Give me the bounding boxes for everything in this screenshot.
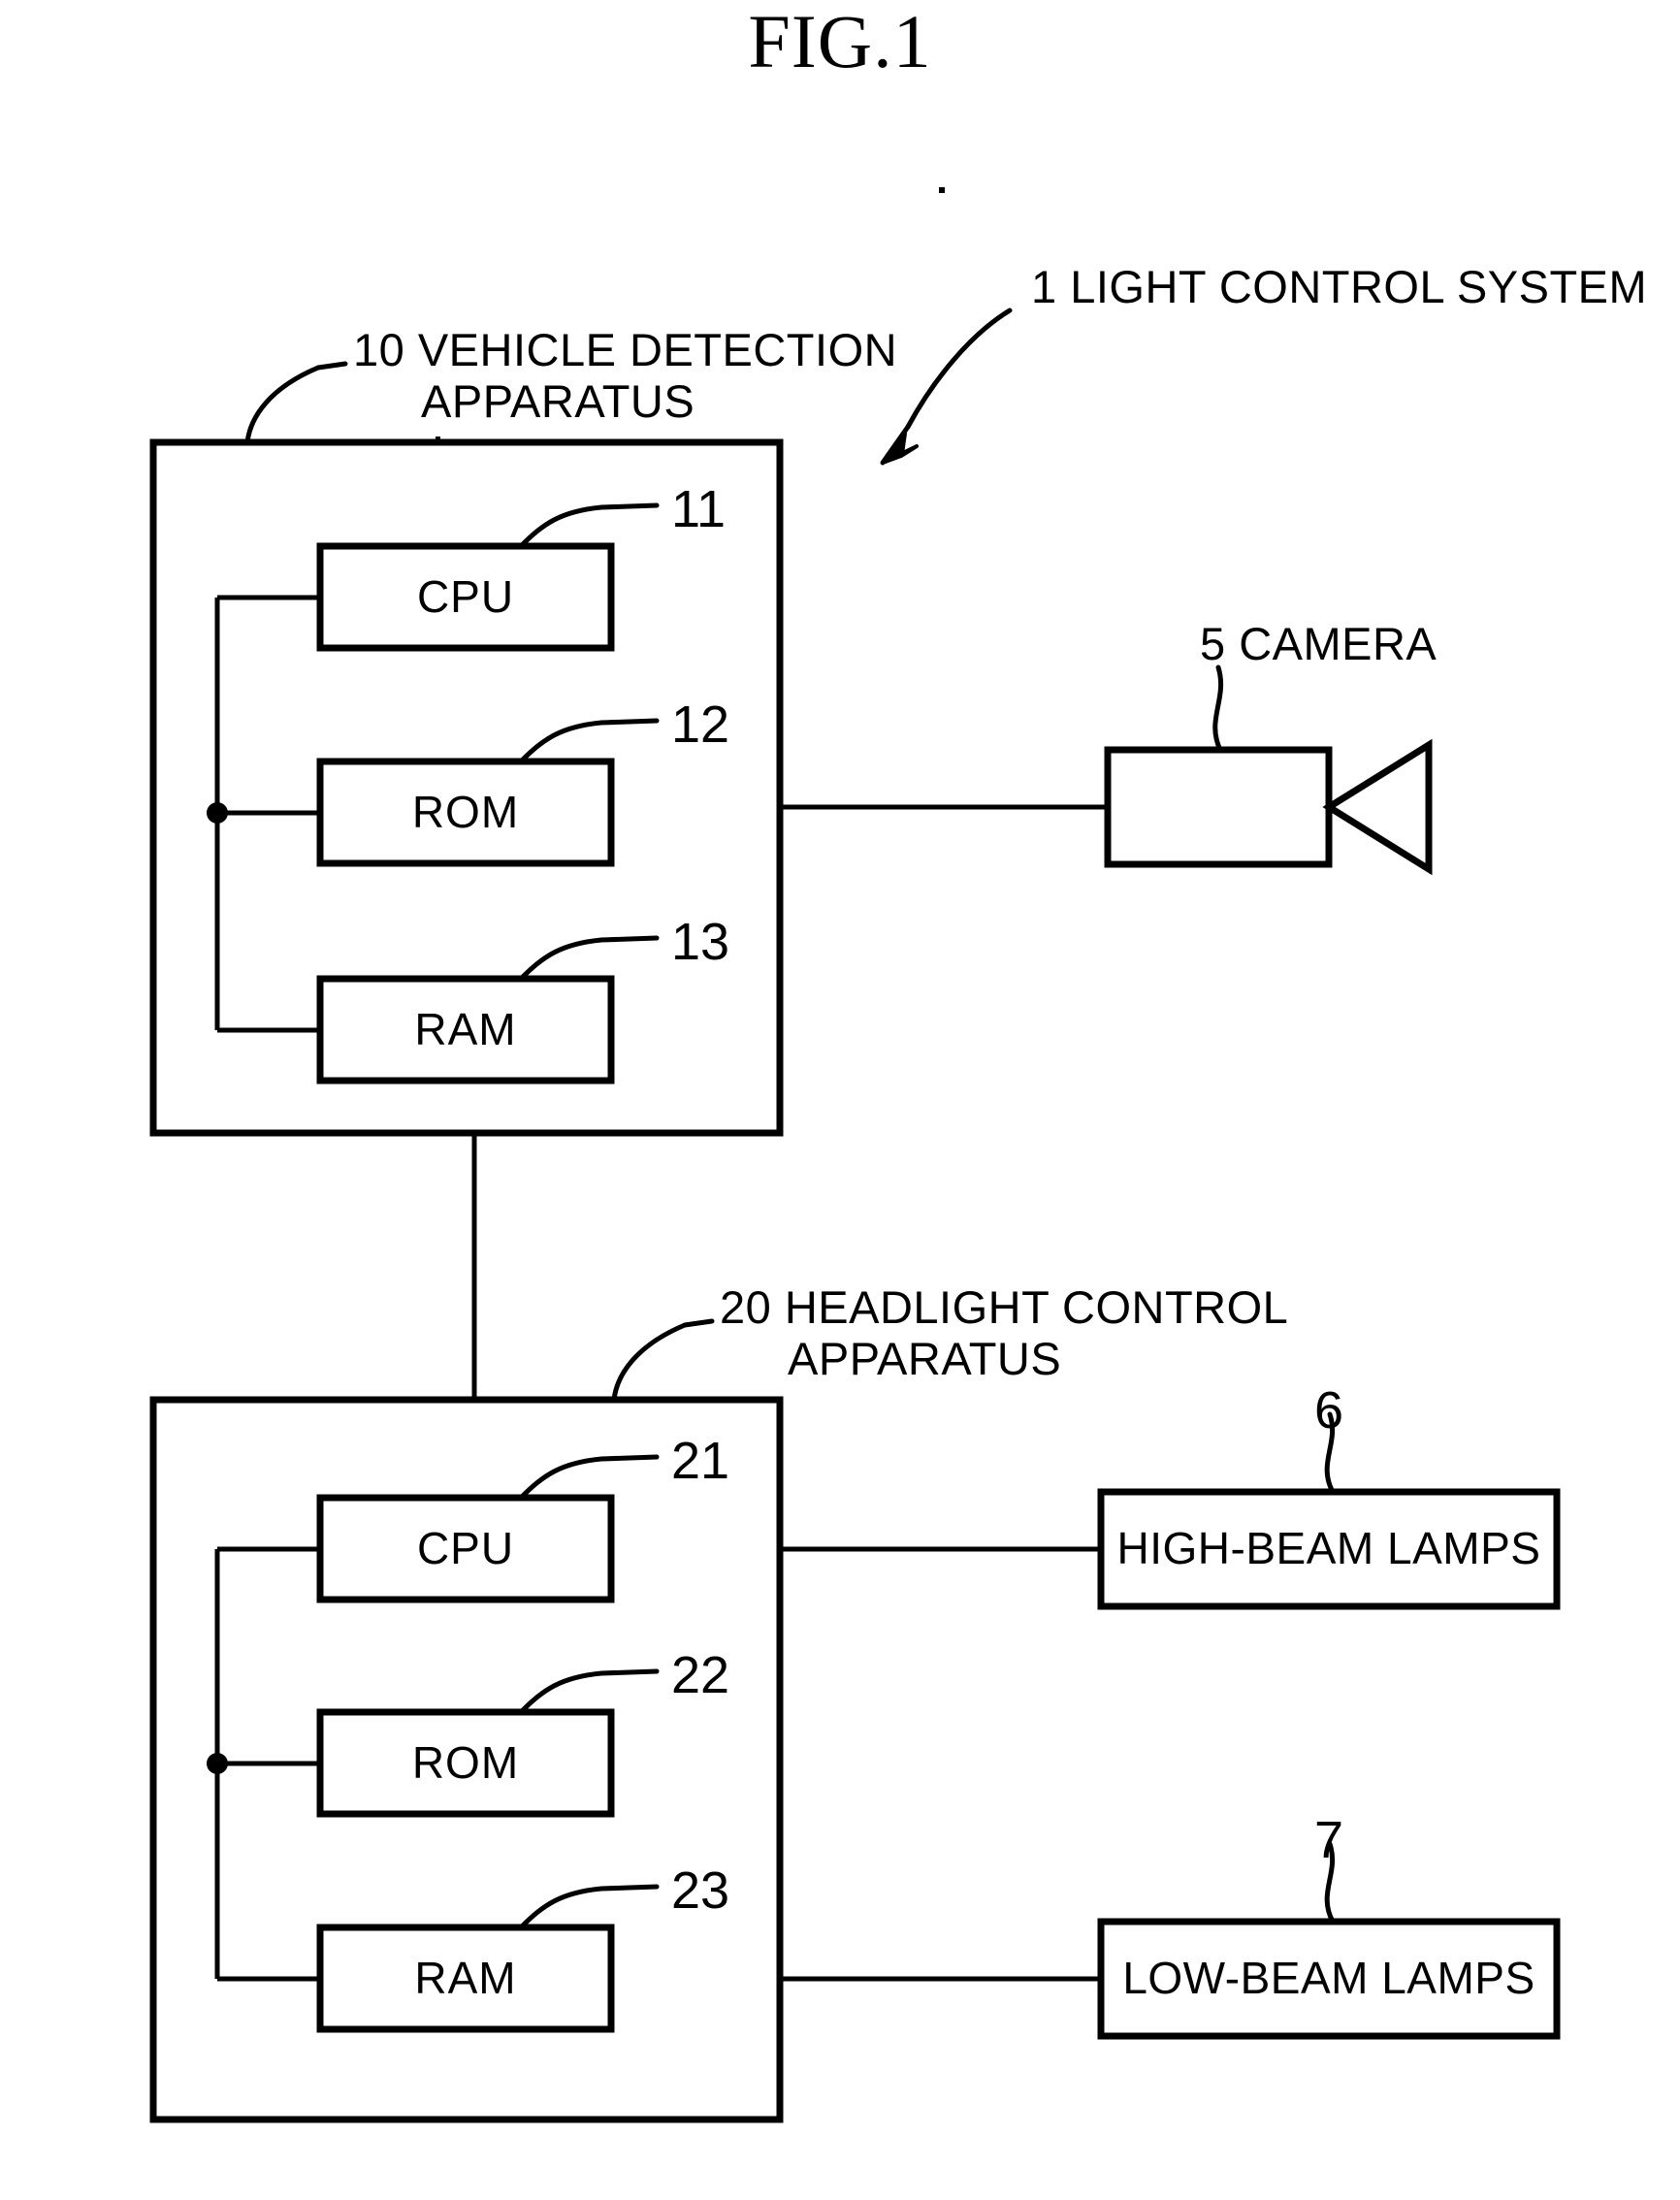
vehicle-detection-apparatus-label-line2: APPARATUS [421, 375, 695, 427]
headlight-control-apparatus-label-line1: 20 HEADLIGHT CONTROL [720, 1281, 1288, 1333]
vehicle-detection-apparatus-callout [244, 361, 348, 445]
system-callout-label: 1 LIGHT CONTROL SYSTEM [1031, 261, 1647, 312]
headlight-control-apparatus-callout [611, 1318, 715, 1403]
lower-rom-ref: 22 [671, 1646, 729, 1704]
upper-rom-ref: 12 [671, 696, 729, 754]
high-beam-lamps-label: HIGH-BEAM LAMPS [1117, 1523, 1541, 1573]
lower-ram-ref: 23 [671, 1861, 729, 1920]
camera-lens-triangle [1322, 738, 1433, 876]
camera-ref-leader [1212, 664, 1224, 753]
figure-root: FIG.1 1 LIGHT CONTROL SYSTEM 10 VEHICLE … [0, 0, 1680, 2200]
block-diagram-canvas: 1 LIGHT CONTROL SYSTEM 10 VEHICLE DETECT… [149, 187, 1647, 2123]
scan-speck [939, 187, 945, 193]
low-beam-lamps-label: LOW-BEAM LAMPS [1122, 1953, 1535, 2003]
low-beam-ref: 7 [1314, 1811, 1343, 1869]
system-callout-leader [880, 307, 1013, 466]
upper-rom-label: ROM [412, 787, 519, 837]
headlight-control-apparatus-label-line2: APPARATUS [788, 1333, 1061, 1384]
vehicle-detection-apparatus-label-line1: 10 VEHICLE DETECTION [353, 324, 897, 375]
bus-junction-dot [207, 1753, 228, 1774]
lower-cpu-ref: 21 [671, 1432, 729, 1490]
bus-junction-dot [207, 802, 228, 824]
lower-cpu-label: CPU [417, 1523, 514, 1573]
upper-cpu-ref: 11 [671, 480, 726, 538]
camera-body-box [1104, 746, 1333, 868]
camera-callout-label: 5 CAMERA [1200, 618, 1437, 669]
high-beam-ref: 6 [1314, 1381, 1343, 1440]
upper-ram-label: RAM [414, 1004, 516, 1054]
lower-ram-label: RAM [414, 1953, 516, 2003]
upper-cpu-label: CPU [417, 571, 514, 622]
lower-rom-label: ROM [412, 1737, 519, 1788]
upper-ram-ref: 13 [671, 913, 729, 971]
